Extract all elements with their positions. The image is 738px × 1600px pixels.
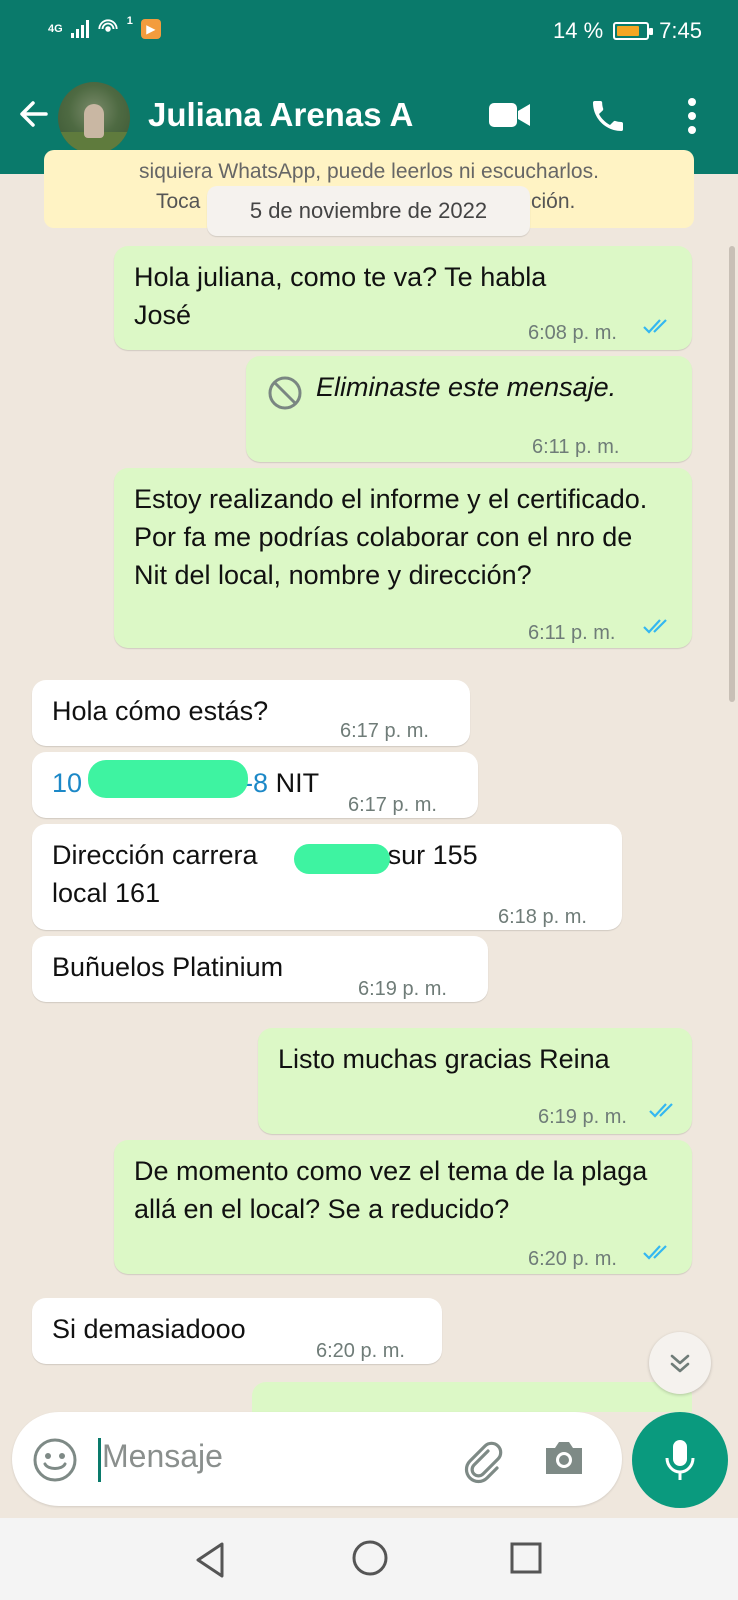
scroll-to-bottom-button[interactable] xyxy=(649,1332,711,1394)
battery-percent: 14 % xyxy=(553,18,604,43)
signal-icon xyxy=(70,20,89,38)
message-input[interactable]: Mensaje xyxy=(102,1438,223,1475)
emoji-icon[interactable] xyxy=(32,1437,78,1483)
deleted-message-text: Eliminaste este mensaje. xyxy=(316,372,617,402)
network-type: 4G xyxy=(48,22,63,35)
message-bubble-outgoing[interactable]: De momento como vez el tema de la plaga … xyxy=(114,1140,692,1274)
mic-button[interactable] xyxy=(632,1412,728,1508)
notice-line-1: siquiera WhatsApp, puede leerlos ni escu… xyxy=(139,160,599,183)
status-right: 14 % 7:45 xyxy=(553,18,702,44)
message-bubble-incoming[interactable]: Dirección carrera A sur 155 local 161 6:1… xyxy=(32,824,622,930)
message-time: 6:20 p. m. xyxy=(528,1248,617,1270)
battery-icon xyxy=(613,22,654,40)
message-text: Listo muchas gracias Reina xyxy=(278,1044,610,1074)
read-receipt-icon xyxy=(643,319,667,334)
voice-call-icon[interactable] xyxy=(588,96,628,136)
nav-recents-icon[interactable] xyxy=(508,1540,544,1576)
contact-name[interactable]: Juliana Arenas A xyxy=(148,96,413,134)
message-text: Estoy realizando el informe y el certifi… xyxy=(134,484,648,590)
message-time: 6:19 p. m. xyxy=(538,1106,627,1128)
message-composer[interactable]: Mensaje xyxy=(12,1412,622,1506)
play-app-icon: ▶ xyxy=(140,19,161,39)
contact-avatar[interactable] xyxy=(58,82,130,154)
read-receipt-icon xyxy=(643,619,667,634)
nav-back-icon[interactable] xyxy=(192,1540,228,1580)
camera-icon[interactable] xyxy=(542,1438,586,1480)
notice-line-2-end: ción. xyxy=(531,190,576,213)
notice-line-2-start: Toca xyxy=(156,190,201,213)
hotspot-icon xyxy=(98,19,118,32)
scrollbar[interactable] xyxy=(729,246,735,702)
redaction-mark xyxy=(88,760,248,798)
message-time: 6:17 p. m. xyxy=(348,794,437,816)
message-text: De momento como vez el tema de la plaga … xyxy=(134,1156,648,1224)
status-bar: 4G 1 ▶ 14 % 7:45 xyxy=(0,0,738,62)
notification-count: 1 xyxy=(126,14,133,27)
nit-label: NIT xyxy=(268,768,320,798)
message-time: 6:08 p. m. xyxy=(528,322,617,344)
message-bubble-outgoing[interactable]: Hola juliana, como te va? Te habla José … xyxy=(114,246,692,350)
message-bubble-outgoing[interactable]: Estoy realizando el informe y el certifi… xyxy=(114,468,692,648)
message-bubble-outgoing-partial[interactable] xyxy=(252,1382,692,1412)
nit-number-prefix[interactable]: 10 xyxy=(52,768,82,798)
redaction-mark xyxy=(294,844,390,874)
message-bubble-incoming[interactable]: Hola cómo estás? 6:17 p. m. xyxy=(32,680,470,746)
read-receipt-icon xyxy=(643,1245,667,1260)
system-nav-bar xyxy=(0,1518,738,1600)
message-bubble-deleted[interactable]: Eliminaste este mensaje. 6:11 p. m. xyxy=(246,356,692,462)
clock: 7:45 xyxy=(659,18,702,43)
message-time: 6:17 p. m. xyxy=(340,720,429,742)
message-bubble-outgoing[interactable]: Listo muchas gracias Reina 6:19 p. m. xyxy=(258,1028,692,1134)
message-bubble-incoming[interactable]: 10 1-8 NIT 6:17 p. m. xyxy=(32,752,478,818)
mic-icon xyxy=(665,1440,695,1480)
deleted-message-icon xyxy=(268,376,302,410)
message-time: 6:11 p. m. xyxy=(532,436,620,458)
read-receipt-icon xyxy=(649,1103,673,1118)
text-cursor xyxy=(98,1438,101,1482)
double-chevron-down-icon xyxy=(670,1354,690,1373)
message-time: 6:18 p. m. xyxy=(498,906,587,928)
message-time: 6:11 p. m. xyxy=(528,622,616,644)
message-bubble-incoming[interactable]: Si demasiadooo 6:20 p. m. xyxy=(32,1298,442,1364)
address-part-1: Dirección carrera xyxy=(52,840,258,870)
status-left: 4G 1 ▶ xyxy=(48,14,161,40)
nav-home-icon[interactable] xyxy=(350,1538,390,1578)
message-time: 6:20 p. m. xyxy=(316,1340,405,1362)
video-call-icon[interactable] xyxy=(488,100,532,130)
message-bubble-incoming[interactable]: Buñuelos Platinium 6:19 p. m. xyxy=(32,936,488,1002)
date-separator: 5 de noviembre de 2022 xyxy=(207,186,530,236)
message-time: 6:19 p. m. xyxy=(358,978,447,1000)
back-arrow-icon[interactable] xyxy=(14,94,54,134)
more-options-icon[interactable] xyxy=(686,96,698,136)
attach-icon[interactable] xyxy=(458,1437,506,1485)
